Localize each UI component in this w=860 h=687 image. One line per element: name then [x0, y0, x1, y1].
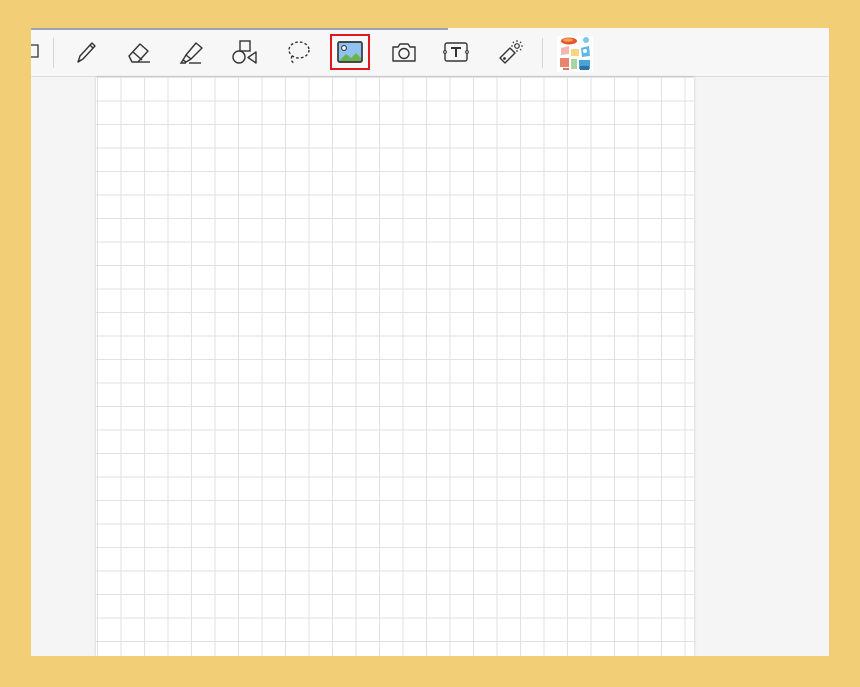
toolbar-top-strip: [31, 28, 448, 30]
eraser-icon: [128, 43, 150, 63]
image-icon: [337, 41, 363, 63]
highlighter-tool-button[interactable]: [173, 35, 211, 69]
note-page[interactable]: [96, 77, 694, 656]
shapes-tool-button[interactable]: [226, 35, 264, 69]
highlighter-icon: [179, 42, 203, 64]
toolbar: [31, 28, 829, 77]
camera-icon: [392, 43, 416, 62]
app-window: [31, 28, 829, 656]
pen-tool-button[interactable]: [67, 35, 105, 69]
text-tool-button[interactable]: [437, 35, 475, 69]
partial-tool-icon[interactable]: [31, 44, 39, 58]
shapes-icon: [232, 40, 257, 64]
image-tool-button[interactable]: [330, 34, 370, 70]
lasso-icon: [288, 41, 310, 64]
laser-pointer-tool-button[interactable]: [491, 35, 529, 69]
toolbar-divider: [542, 38, 543, 68]
text-box-icon: [443, 42, 469, 62]
sticker-pack-button[interactable]: [557, 36, 593, 72]
sticker-pack-icon: [557, 36, 593, 72]
toolbar-divider: [53, 38, 54, 68]
lasso-tool-button[interactable]: [279, 35, 317, 69]
eraser-tool-button[interactable]: [120, 35, 158, 69]
pen-icon: [77, 42, 96, 63]
laser-pointer-icon: [499, 40, 523, 64]
camera-tool-button[interactable]: [385, 35, 423, 69]
